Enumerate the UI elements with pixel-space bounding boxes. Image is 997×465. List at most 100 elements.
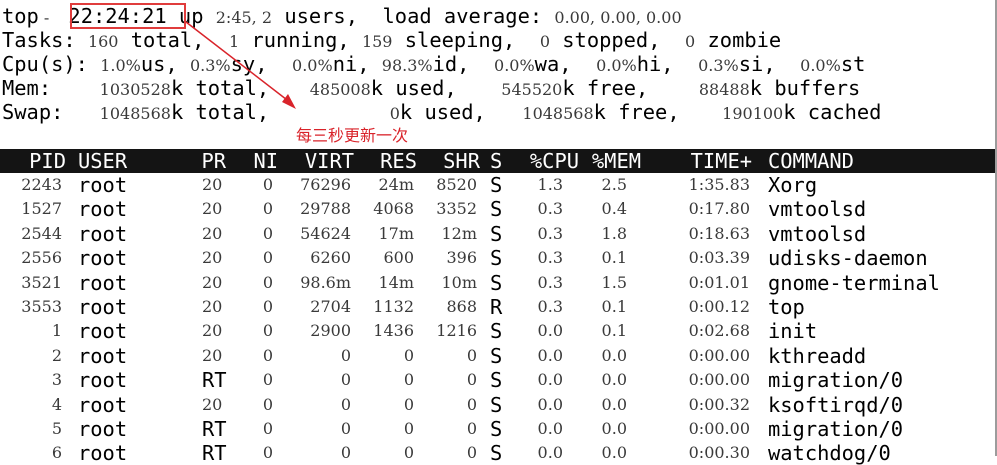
cell-ni: 0: [262, 443, 273, 463]
cell-user: root: [78, 319, 128, 344]
table-row[interactable]: 4 root 20 0 0 0 0 S 0.0 0.0 0:00.32 ksoftirqd/0: [0, 393, 995, 417]
cell-shr: 0: [466, 370, 477, 390]
cpu-wa-label: wa,: [534, 52, 597, 76]
cpu-hi-label: hi,: [636, 52, 699, 76]
cell-mem: 1.5: [601, 272, 627, 292]
cell-shr: 1216: [436, 321, 477, 341]
table-row[interactable]: 2 root 20 0 0 0 0 S 0.0 0.0 0:00.00 kthreadd: [0, 344, 995, 368]
users-label: users, load average:: [272, 4, 555, 28]
cell-time: 0:00.30: [688, 443, 750, 463]
cell-user: root: [78, 270, 128, 295]
cpu-line: Cpu(s): 1.0%us, 0.3%sy, 0.0%ni, 98.3%id,…: [2, 52, 865, 76]
cpu-id-label: id,: [432, 52, 495, 76]
cell-ni: 0: [262, 175, 273, 194]
cell-cpu: 0.0: [537, 345, 563, 365]
cell-user: root: [78, 441, 128, 465]
cpu-us-label: us,: [140, 52, 190, 76]
cell-mem: 0.1: [601, 321, 627, 341]
cell-pr: 20: [202, 175, 223, 194]
cell-s: S: [490, 343, 503, 368]
header-time: TIME+: [690, 149, 752, 173]
cell-s: S: [490, 392, 503, 417]
cell-mem: 0.0: [601, 394, 627, 414]
header-pid: PID: [29, 149, 66, 173]
swap-free-label: k free,: [593, 100, 705, 124]
cell-res: 0: [403, 443, 414, 463]
cell-command: ksoftirqd/0: [768, 392, 904, 417]
cell-mem: 0.0: [601, 370, 627, 390]
cell-time: 0:00.12: [688, 297, 750, 316]
cell-virt: 0: [340, 394, 351, 414]
cell-user: root: [78, 392, 128, 417]
cell-res: 14m: [378, 272, 414, 292]
cell-command: kthreadd: [768, 343, 867, 368]
cell-command: udisks-daemon: [768, 246, 928, 271]
cell-user: root: [78, 221, 128, 246]
cell-time: 1:35.83: [688, 175, 750, 194]
mem-free: 545520: [501, 80, 563, 99]
cell-res: 1436: [373, 321, 414, 341]
header-mem: %MEM: [591, 149, 641, 173]
table-row[interactable]: 5 root RT 0 0 0 0 S 0.0 0.0 0:00.00 migration/0: [0, 417, 995, 441]
cell-user: root: [78, 368, 128, 393]
cell-pid: 1527: [21, 199, 62, 219]
table-row[interactable]: 1 root 20 0 2900 1436 1216 S 0.0 0.1 0:02.68 init: [0, 319, 995, 343]
table-row[interactable]: 3553 root 20 0 2704 1132 868 R 0.3 0.1 0:00.12 top: [0, 295, 995, 319]
cell-pr: 20: [202, 223, 223, 243]
cell-cpu: 0.0: [537, 321, 563, 341]
header-shr: SHR: [443, 149, 480, 173]
header-command: COMMAND: [768, 149, 854, 173]
cell-virt: 2704: [310, 297, 351, 316]
cell-pid: 2243: [21, 175, 62, 194]
cell-res: 1132: [373, 297, 414, 316]
cell-pid: 1: [51, 321, 62, 341]
header-cpu: %CPU: [529, 149, 579, 173]
cell-pr: 20: [202, 272, 223, 292]
cell-shr: 0: [466, 443, 477, 463]
tasks-sleeping-label: sleeping,: [392, 28, 540, 52]
cell-pr: RT: [202, 368, 227, 393]
table-row[interactable]: 2556 root 20 0 6260 600 396 S 0.3 0.1 0:03.39 udisk…: [0, 246, 995, 270]
cell-s: S: [490, 246, 503, 271]
table-row[interactable]: 2243 root 20 0 76296 24m 8520 S 1.3 2.5 1:35.83 Xor…: [0, 173, 995, 197]
cell-pid: 3521: [21, 272, 62, 292]
mem-buffers-label: k buffers: [749, 76, 861, 100]
mem-free-label: k free,: [562, 76, 673, 100]
cell-command: gnome-terminal: [768, 270, 940, 295]
cell-res: 0: [403, 394, 414, 414]
swap-cached: 190100: [722, 104, 784, 123]
cell-s: S: [490, 270, 503, 295]
top-label: top: [2, 4, 39, 28]
cell-pid: 6: [51, 443, 62, 463]
table-row[interactable]: 1527 root 20 0 29788 4068 3352 S 0.3 0.4 0:17.80 vm…: [0, 197, 995, 221]
cell-pr: RT: [202, 441, 227, 465]
cell-shr: 0: [466, 394, 477, 414]
cell-s: S: [490, 368, 503, 393]
cell-mem: 0.4: [601, 199, 627, 219]
cell-time: 0:03.39: [688, 248, 750, 268]
header-virt: VIRT: [304, 149, 354, 173]
tasks-running: 1: [228, 32, 240, 51]
cell-cpu: 0.0: [537, 370, 563, 390]
swap-total: 1048568: [99, 104, 171, 123]
table-row[interactable]: 2544 root 20 0 54624 17m 12m S 0.3 1.8 0:18.63 vmto…: [0, 222, 995, 246]
cell-mem: 0.0: [601, 419, 627, 438]
swap-used: 0: [389, 104, 400, 123]
table-row[interactable]: 6 root RT 0 0 0 0 S 0.0 0.0 0:00.30 watchdog/0: [0, 441, 995, 465]
cpu-sy: 0.3%: [189, 56, 231, 75]
table-row[interactable]: 3521 root 20 0 98.6m 14m 10m S 0.3 1.5 0:01.01 gnom…: [0, 271, 995, 295]
cell-pid: 4: [51, 394, 62, 414]
swap-cached-label: k cached: [783, 100, 882, 124]
cell-command: migration/0: [768, 417, 904, 441]
mem-total: 1030528: [99, 80, 171, 99]
cell-command: init: [768, 319, 818, 344]
cpu-si-label: si,: [738, 52, 801, 76]
cpu-label: Cpu(s):: [2, 52, 101, 76]
time-highlight-box: [70, 3, 186, 29]
table-row[interactable]: 3 root RT 0 0 0 0 S 0.0 0.0 0:00.00 migration/0: [0, 368, 995, 392]
cpu-st: 0.0%: [800, 56, 841, 75]
cell-virt: 98.6m: [300, 272, 351, 292]
tasks-zombie: 0: [685, 32, 696, 51]
cell-cpu: 0.3: [537, 272, 563, 292]
cell-shr: 868: [446, 297, 477, 316]
